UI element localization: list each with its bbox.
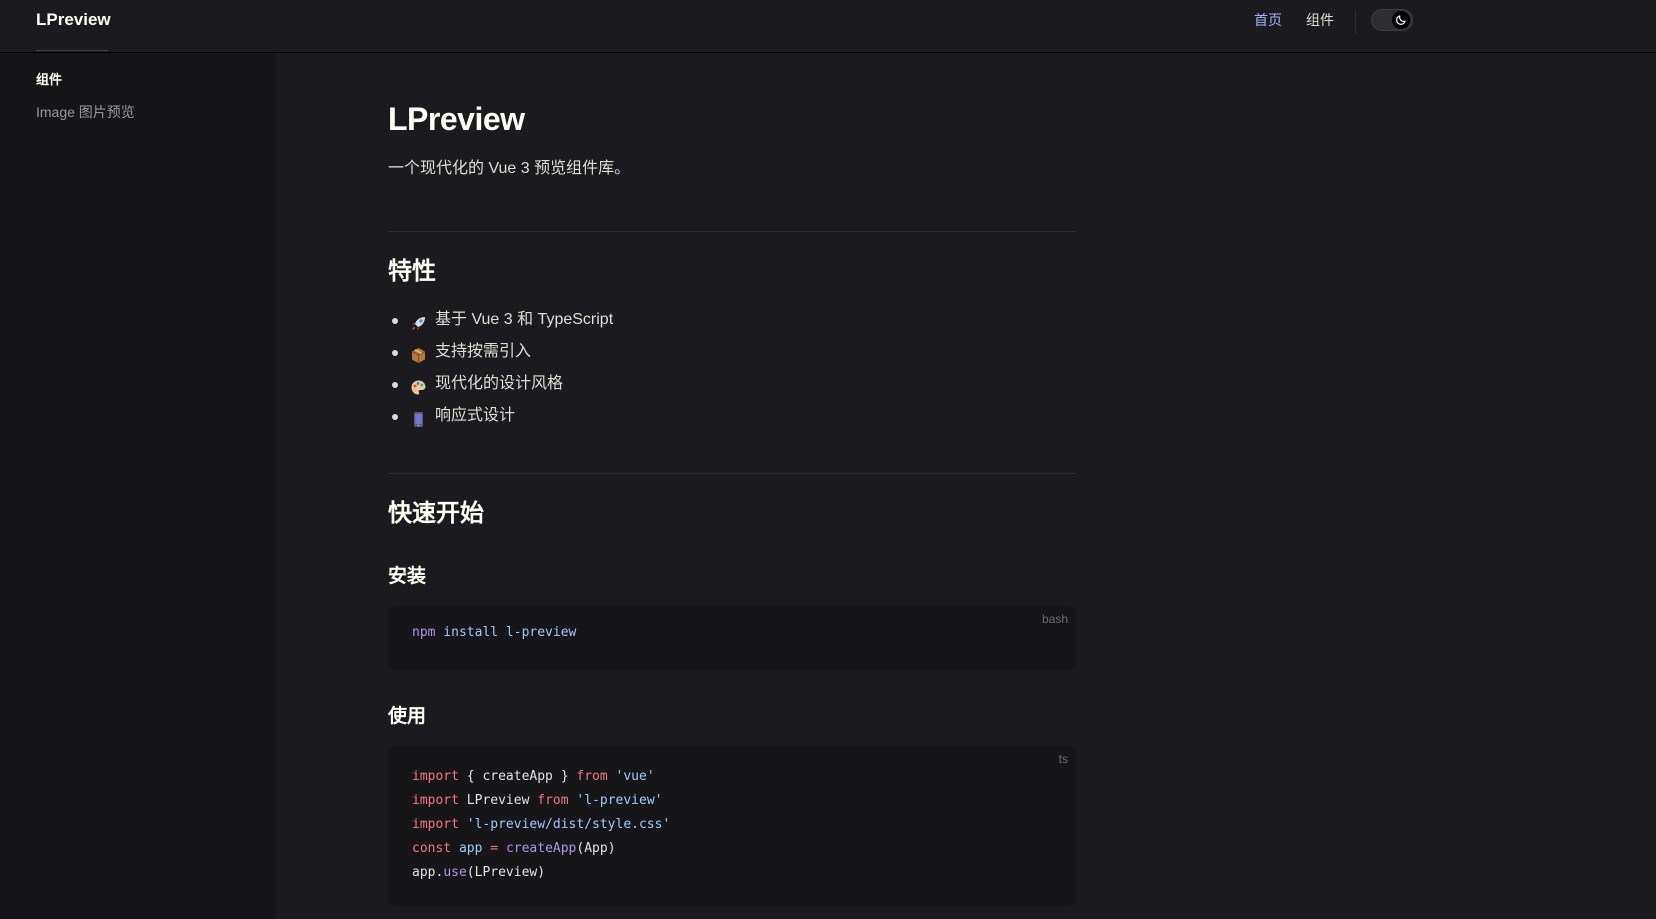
install-heading: 安装 [388,566,427,587]
code-line: import 'l-preview/dist/style.css' [412,817,671,832]
top-navbar: LPreview 首页 组件 [0,0,1656,53]
install-code-block[interactable]: bash npm install l-preview [388,606,1076,670]
nav-divider [1355,10,1356,34]
usage-code: import { createApp } from 'vue' import LP… [412,765,670,885]
moon-icon [1392,11,1410,29]
list-item: 现代化的设计风格 [388,368,613,400]
nav-link-components[interactable]: 组件 [1306,10,1334,30]
usage-heading: 使用 [388,706,427,727]
rocket-icon [410,312,427,330]
feature-text: 响应式设计 [435,407,516,424]
palette-icon [410,376,427,394]
section-divider [388,473,1076,474]
page-title: LPreview [388,101,525,137]
code-language-label: bash [1041,612,1068,626]
theme-toggle-switch[interactable] [1371,9,1413,31]
sidebar-group-title: 组件 [36,72,63,87]
list-item: 基于 Vue 3 和 TypeScript [388,304,613,336]
feature-text: 基于 Vue 3 和 TypeScript [435,311,614,328]
site-title[interactable]: LPreview [36,9,111,31]
list-item: 支持按需引入 [388,336,613,368]
package-icon [410,344,427,363]
code-line: app.use(LPreview) [412,865,546,880]
list-item: 响应式设计 [388,400,613,432]
features-heading: 特性 [388,258,436,285]
features-list: 基于 Vue 3 和 TypeScript 支持按需引入 现代化的设计风格 响应… [388,304,613,432]
code-line: import { createApp } from 'vue' [412,769,655,784]
code-line: npm install l-preview [412,625,577,640]
sidebar-item-image-preview[interactable]: Image 图片预览 [36,100,135,124]
usage-code-block[interactable]: ts import { createApp } from 'vue' import… [388,746,1076,906]
code-language-label: ts [1058,752,1068,766]
nav-links: 首页 组件 [1254,10,1334,30]
nav-link-home[interactable]: 首页 [1254,10,1282,30]
sidebar: 组件 Image 图片预览 [0,50,276,919]
feature-text: 支持按需引入 [435,343,532,360]
install-code: npm install l-preview [412,621,576,645]
code-line: const app = createApp(App) [412,841,616,856]
feature-text: 现代化的设计风格 [435,375,564,392]
quickstart-heading: 快速开始 [388,500,484,527]
page-description: 一个现代化的 Vue 3 预览组件库。 [388,160,631,177]
section-divider [388,231,1076,232]
code-line: import LPreview from 'l-preview' [412,793,663,808]
sidebar-divider [36,50,108,51]
mobile-phone-icon [410,408,427,427]
